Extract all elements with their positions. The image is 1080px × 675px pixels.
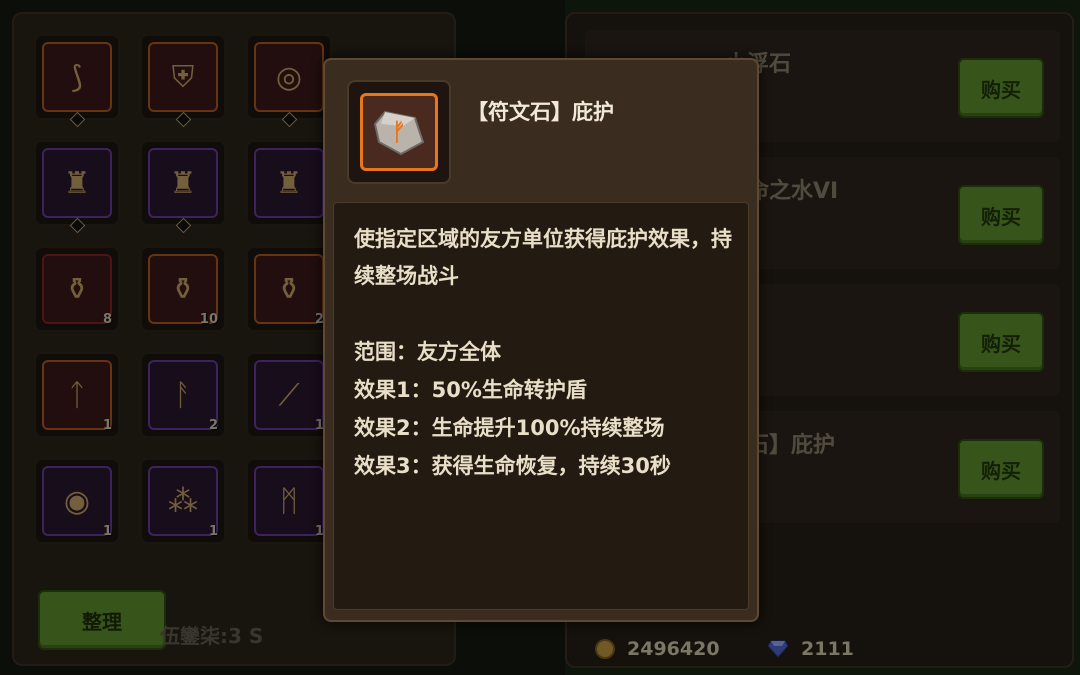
- rune-glyph: ᚠ: [391, 118, 407, 146]
- stat-range: 范围：友方全体: [354, 340, 501, 364]
- tooltip-title: 【符文石】庇护: [467, 100, 614, 124]
- tooltip-body: 使指定区域的友方单位获得庇护效果，持续整场战斗 范围：友方全体 效果1：50%生…: [333, 202, 749, 610]
- rune-stone-icon: ᚠ: [360, 93, 438, 171]
- stat-effect-3: 效果3：获得生命恢复，持续30秒: [354, 454, 671, 478]
- item-tooltip: ᚠ 【符文石】庇护 使指定区域的友方单位获得庇护效果，持续整场战斗 范围：友方全…: [323, 58, 759, 622]
- tooltip-stats: 范围：友方全体 效果1：50%生命转护盾 效果2：生命提升100%持续整场 效果…: [354, 333, 671, 485]
- stat-effect-2: 效果2：生命提升100%持续整场: [354, 416, 665, 440]
- tooltip-description: 使指定区域的友方单位获得庇护效果，持续整场战斗: [354, 227, 732, 288]
- stat-effect-1: 效果1：50%生命转护盾: [354, 378, 587, 402]
- tooltip-icon-frame: ᚠ: [347, 80, 451, 184]
